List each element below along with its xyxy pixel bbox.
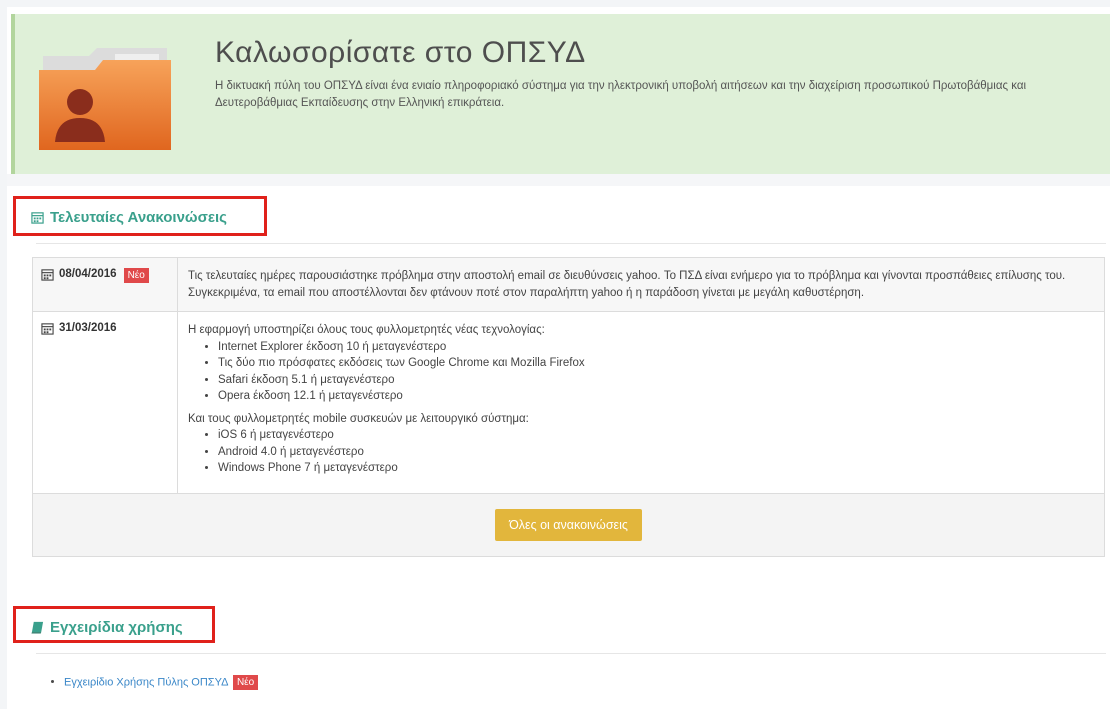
list-item: Εγχειρίδιο Χρήσης Πύλης ΟΠΣΥΔ Νέο [64,675,259,690]
announcement-text: Τις τελευταίες ημέρες παρουσιάστηκε πρόβ… [188,270,1066,299]
list-item: Windows Phone 7 ή μεταγενέστερο [218,460,1094,477]
announcement-row: 08/04/2016 Νέο Τις τελευταίες ημέρες παρ… [33,258,1104,312]
list-item: Internet Explorer έκδοση 10 ή μεταγενέστ… [218,339,1094,356]
manuals-list: Εγχειρίδιο Χρήσης Πύλης ΟΠΣΥΔ Νέο [50,675,259,690]
announcements-footer: Όλες οι ανακοινώσεις [33,493,1104,556]
calendar-icon [41,323,54,335]
welcome-banner: Καλωσορίσατε στο ΟΠΣΥΔ Η δικτυακή πύλη τ… [11,14,1110,174]
announcement-body: Η εφαρμογή υποστηρίζει όλους τους φυλλομ… [178,312,1104,493]
announcement-date: 31/03/2016 [59,322,117,334]
announcement-date-cell: 31/03/2016 [33,312,178,493]
mobile-support-intro: Και τους φυλλομετρητές mobile συσκευών μ… [188,412,529,425]
announcement-date: 08/04/2016 [59,268,117,280]
list-item: Android 4.0 ή μεταγενέστερο [218,444,1094,461]
list-item: Τις δύο πιο πρόσφατες εκδόσεις των Googl… [218,355,1094,372]
all-announcements-button[interactable]: Όλες οι ανακοινώσεις [495,508,642,541]
highlight-box-manuals [13,606,215,643]
list-item: iOS 6 ή μεταγενέστερο [218,427,1094,444]
welcome-description: Η δικτυακή πύλη του ΟΠΣΥΔ είναι ένα ενια… [215,80,1027,109]
announcements-table: 08/04/2016 Νέο Τις τελευταίες ημέρες παρ… [32,257,1105,557]
page: Καλωσορίσατε στο ΟΠΣΥΔ Η δικτυακή πύλη τ… [7,7,1110,709]
calendar-icon [41,269,54,281]
announcement-date-cell: 08/04/2016 Νέο [33,258,178,311]
mobile-browser-list: iOS 6 ή μεταγενέστερο Android 4.0 ή μετα… [188,427,1094,477]
highlight-box-announcements [13,196,267,236]
desktop-browser-list: Internet Explorer έκδοση 10 ή μεταγενέστ… [188,339,1094,405]
manual-link[interactable]: Εγχειρίδιο Χρήσης Πύλης ΟΠΣΥΔ [64,676,228,688]
list-item: Safari έκδοση 5.1 ή μεταγενέστερο [218,372,1094,389]
new-badge: Νέο [123,268,149,283]
user-folder-icon [39,48,171,150]
list-item: Opera έκδοση 12.1 ή μεταγενέστερο [218,388,1094,405]
heading-rule [36,243,1106,244]
welcome-title: Καλωσορίσατε στο ΟΠΣΥΔ [215,36,586,69]
section-divider [7,174,1110,186]
heading-rule [36,653,1106,654]
browser-support-intro: Η εφαρμογή υποστηρίζει όλους τους φυλλομ… [188,324,545,336]
new-badge: Νέο [232,675,259,690]
announcement-row: 31/03/2016 Η εφαρμογή υποστηρίζει όλους … [33,312,1104,494]
